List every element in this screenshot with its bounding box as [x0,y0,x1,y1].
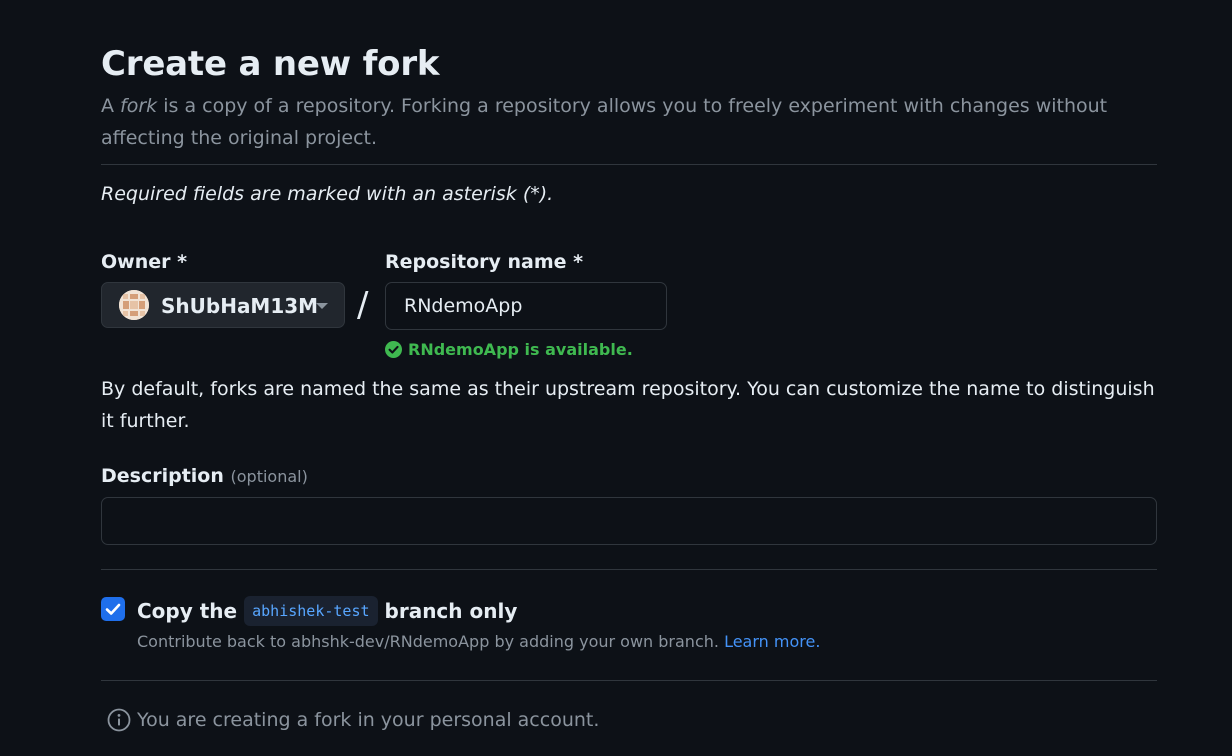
repository-name-label: Repository name * [385,251,584,273]
intro-fork-word: fork [120,95,158,117]
owner-select[interactable]: ShUbHaM13M [101,282,345,328]
availability-text: RNdemoApp is available. [408,339,633,359]
personal-account-note: You are creating a fork in your personal… [107,708,599,732]
description-input[interactable] [101,497,1157,545]
intro-suffix: is a copy of a repository. Forking a rep… [101,95,1108,149]
check-circle-icon [385,340,402,358]
copy-branch-label[interactable]: Copy the abhishek-test branch only [137,594,517,628]
copy-branch-suffix: branch only [384,599,518,623]
branch-name-chip: abhishek-test [244,596,378,626]
default-name-note: By default, forks are named the same as … [101,378,1155,432]
check-icon [105,603,121,615]
owner-repo-separator: / [357,285,369,325]
required-fields-note: Required fields are marked with an aster… [101,183,554,205]
identicon-avatar-icon [119,290,149,320]
intro-prefix: A [101,95,121,117]
description-label: Description (optional) [101,464,308,489]
personal-account-text: You are creating a fork in your personal… [137,709,600,731]
fork-intro: A fork is a copy of a repository. Forkin… [101,90,1157,154]
copy-branch-prefix: Copy the [137,599,238,623]
copy-branch-checkbox[interactable] [101,597,125,621]
info-icon [107,708,131,732]
availability-message: RNdemoApp is available. [385,337,633,361]
learn-more-link[interactable]: Learn more. [724,632,820,651]
owner-name: ShUbHaM13M [161,294,319,318]
avatar [119,290,149,320]
repository-name-input[interactable] [385,282,667,330]
chevron-down-icon [316,303,328,309]
divider [101,680,1157,681]
optional-hint: (optional) [230,467,308,486]
copy-branch-help-text: Contribute back to abhshk-dev/RNdemoApp … [137,632,719,651]
copy-branch-help: Contribute back to abhshk-dev/RNdemoApp … [137,630,820,654]
page-title: Create a new fork [101,44,440,84]
description-label-text: Description [101,465,224,487]
owner-label: Owner * [101,251,188,273]
create-fork-page: Create a new fork A fork is a copy of a … [0,0,1232,756]
divider [101,569,1157,570]
divider [101,164,1157,165]
